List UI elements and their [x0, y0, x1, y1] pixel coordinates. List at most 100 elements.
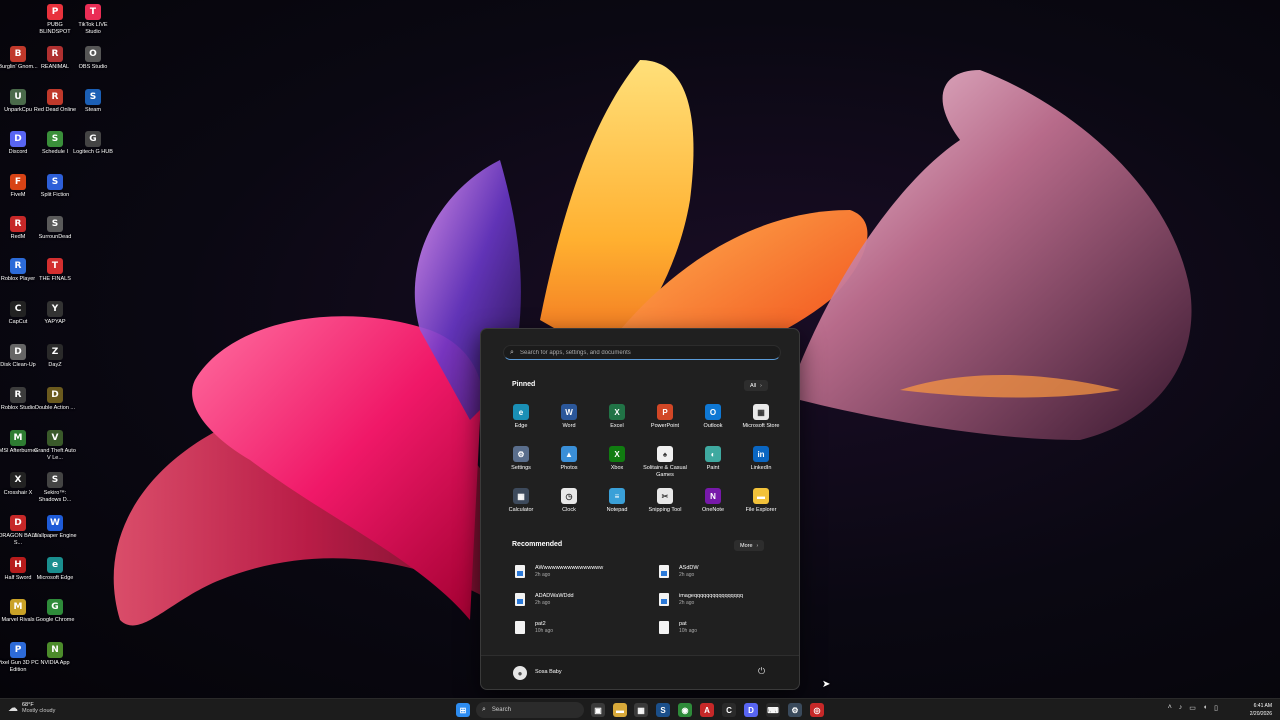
app-icon: V — [47, 430, 63, 446]
taskbar: ☁ 68°F Mostly cloudy ⊞✿▣▬▦S◉ACD⌨⚙◎ ⌕ Sea… — [0, 698, 1280, 720]
pinned-app[interactable]: ◐ Paint — [689, 446, 737, 472]
pinned-app[interactable]: ♠ Solitaire & Casual Games — [641, 446, 689, 479]
weather-widget[interactable]: ☁ 68°F Mostly cloudy — [8, 702, 55, 715]
terminal-icon[interactable]: ⌨ — [766, 703, 780, 717]
all-apps-button[interactable]: All › — [744, 380, 768, 391]
pinned-app[interactable]: ▦ Microsoft Store — [737, 404, 785, 430]
microphone-icon[interactable]: ♪ — [1179, 704, 1183, 712]
document-file-icon — [659, 565, 669, 578]
desktop-icon[interactable]: G Logitech G HUB — [73, 131, 113, 156]
pinned-app-label: Word — [562, 423, 576, 429]
app-icon: U — [10, 89, 26, 105]
outlook-icon: O — [705, 404, 721, 420]
pinned-app[interactable]: in LinkedIn — [737, 446, 785, 472]
recommended-item[interactable]: pat 10h ago — [659, 621, 789, 634]
pinned-app[interactable]: ◷ Clock — [545, 488, 593, 514]
desktop-icon[interactable]: T THE FINALS — [35, 258, 75, 283]
pinned-app[interactable]: N OneNote — [689, 488, 737, 514]
volume-icon[interactable]: ◖ — [1203, 704, 1207, 712]
desktop-icon[interactable]: S Split Fiction — [35, 174, 75, 199]
app-icon: T — [85, 4, 101, 20]
desktop-icon[interactable]: W Wallpaper Engine — [33, 515, 77, 540]
pinned-app[interactable]: X Xbox — [593, 446, 641, 472]
user-avatar[interactable]: ● — [513, 666, 527, 680]
desktop-icon[interactable]: N NVIDIA App — [35, 642, 75, 667]
pinned-app[interactable]: O Outlook — [689, 404, 737, 430]
desktop-icon[interactable]: P Pixel Gun 3D PC Edition — [0, 642, 39, 674]
network-icon[interactable]: ▭ — [1189, 704, 1196, 712]
app-icon: S — [47, 472, 63, 488]
pinned-app[interactable]: ✂ Snipping Tool — [641, 488, 689, 514]
game-app-icon[interactable]: ◎ — [810, 703, 824, 717]
recommended-item[interactable]: imageqqqqqqqqqqqqqqqq 2h ago — [659, 593, 789, 606]
desktop-icon[interactable]: e Microsoft Edge — [35, 557, 75, 582]
desktop-icon[interactable]: T TikTok LIVE Studio — [73, 4, 113, 36]
settings-icon[interactable]: ⚙ — [788, 703, 802, 717]
user-name[interactable]: Sosa Baby — [535, 669, 562, 675]
discord-icon[interactable]: D — [744, 703, 758, 717]
taskbar-search[interactable]: ⌕ Search — [476, 702, 584, 718]
desktop-icon[interactable]: S Schedule I — [35, 131, 75, 156]
pinned-app[interactable]: P PowerPoint — [641, 404, 689, 430]
pinned-app[interactable]: X Excel — [593, 404, 641, 430]
recommended-item[interactable]: AWwwwwwwwwwwwwwww 2h ago — [515, 565, 645, 578]
desktop-icon[interactable]: V Grand Theft Auto V Le... — [34, 430, 76, 462]
recommended-item[interactable]: pat2 10h ago — [515, 621, 645, 634]
battery-icon[interactable]: ▯ — [1214, 704, 1218, 712]
pinned-app-label: OneNote — [701, 507, 724, 513]
recommended-item[interactable]: ASdDW 2h ago — [659, 565, 789, 578]
task-view-icon[interactable]: ▣ — [591, 703, 605, 717]
pinned-app[interactable]: ▲ Photos — [545, 446, 593, 472]
pinned-app-label: Edge — [514, 423, 528, 429]
desktop-icon[interactable]: D DRAGON BALL S... — [0, 515, 38, 547]
pinned-app-label: Photos — [560, 465, 578, 471]
steam-icon[interactable]: S — [656, 703, 670, 717]
app-icon: O — [85, 46, 101, 62]
pinned-app-label: Settings — [511, 465, 531, 471]
desktop-icon[interactable]: O OBS Studio — [73, 46, 113, 71]
pinned-app[interactable]: ≡ Notepad — [593, 488, 641, 514]
powerpoint-icon: P — [657, 404, 673, 420]
pinned-app-label: Xbox — [610, 465, 624, 471]
recommended-name: AWwwwwwwwwwwwwwww — [535, 565, 604, 571]
capcut-icon[interactable]: C — [722, 703, 736, 717]
app-icon: H — [10, 557, 26, 573]
app-icon: S — [47, 174, 63, 190]
edge-icon: e — [513, 404, 529, 420]
desktop-icon[interactable]: Z DayZ — [35, 344, 75, 369]
desktop-icon[interactable]: G Google Chrome — [35, 599, 75, 624]
pinned-app[interactable]: ▬ File Explorer — [737, 488, 785, 514]
desktop-icon[interactable]: S Sekiro™: Shadows D... — [35, 472, 75, 504]
desktop-icon[interactable]: D Double Action ... — [35, 387, 75, 412]
store-icon[interactable]: ▦ — [634, 703, 648, 717]
pinned-app[interactable]: ▦ Calculator — [497, 488, 545, 514]
desktop-icon-label: Logitech G HUB — [73, 149, 113, 155]
desktop-icon[interactable]: P PUBG BLINDSPOT — [35, 4, 75, 36]
chrome-icon[interactable]: ◉ — [678, 703, 692, 717]
app-icon: W — [47, 515, 63, 531]
file-explorer-icon[interactable]: ▬ — [613, 703, 627, 717]
adobe-icon[interactable]: A — [700, 703, 714, 717]
pinned-app[interactable]: e Edge — [497, 404, 545, 430]
pinned-app[interactable]: W Word — [545, 404, 593, 430]
recommended-name: ADADWaWDdd — [535, 593, 574, 599]
windows-start-icon[interactable]: ⊞ — [456, 703, 470, 717]
pinned-app[interactable]: ⚙ Settings — [497, 446, 545, 472]
start-search-box[interactable]: ⌕ — [503, 345, 781, 360]
system-tray: ˄ ♪ ▭ ◖ ▯ — [1168, 704, 1218, 712]
more-button[interactable]: More › — [734, 540, 765, 551]
desktop-icon[interactable]: R Red Dead Online — [34, 89, 76, 114]
recommended-item[interactable]: ADADWaWDdd 2h ago — [515, 593, 645, 606]
desktop-icon[interactable]: Y YAPYAP — [35, 301, 75, 326]
recommended-time: 2h ago — [679, 600, 695, 606]
desktop-icon[interactable]: S SurrounDead — [35, 216, 75, 241]
app-icon: P — [47, 4, 63, 20]
desktop-icon[interactable]: S Steam — [73, 89, 113, 114]
app-icon: D — [10, 344, 26, 360]
power-icon[interactable]: ⏻ — [758, 666, 765, 677]
desktop-icon[interactable]: R REANIMAL — [35, 46, 75, 71]
chevron-up-icon[interactable]: ˄ — [1168, 704, 1172, 712]
start-search-input[interactable] — [520, 349, 760, 356]
pinned-app-label: Calculator — [508, 507, 534, 513]
taskbar-clock[interactable]: 6:41 AM 2/20/2026 — [1250, 702, 1272, 718]
